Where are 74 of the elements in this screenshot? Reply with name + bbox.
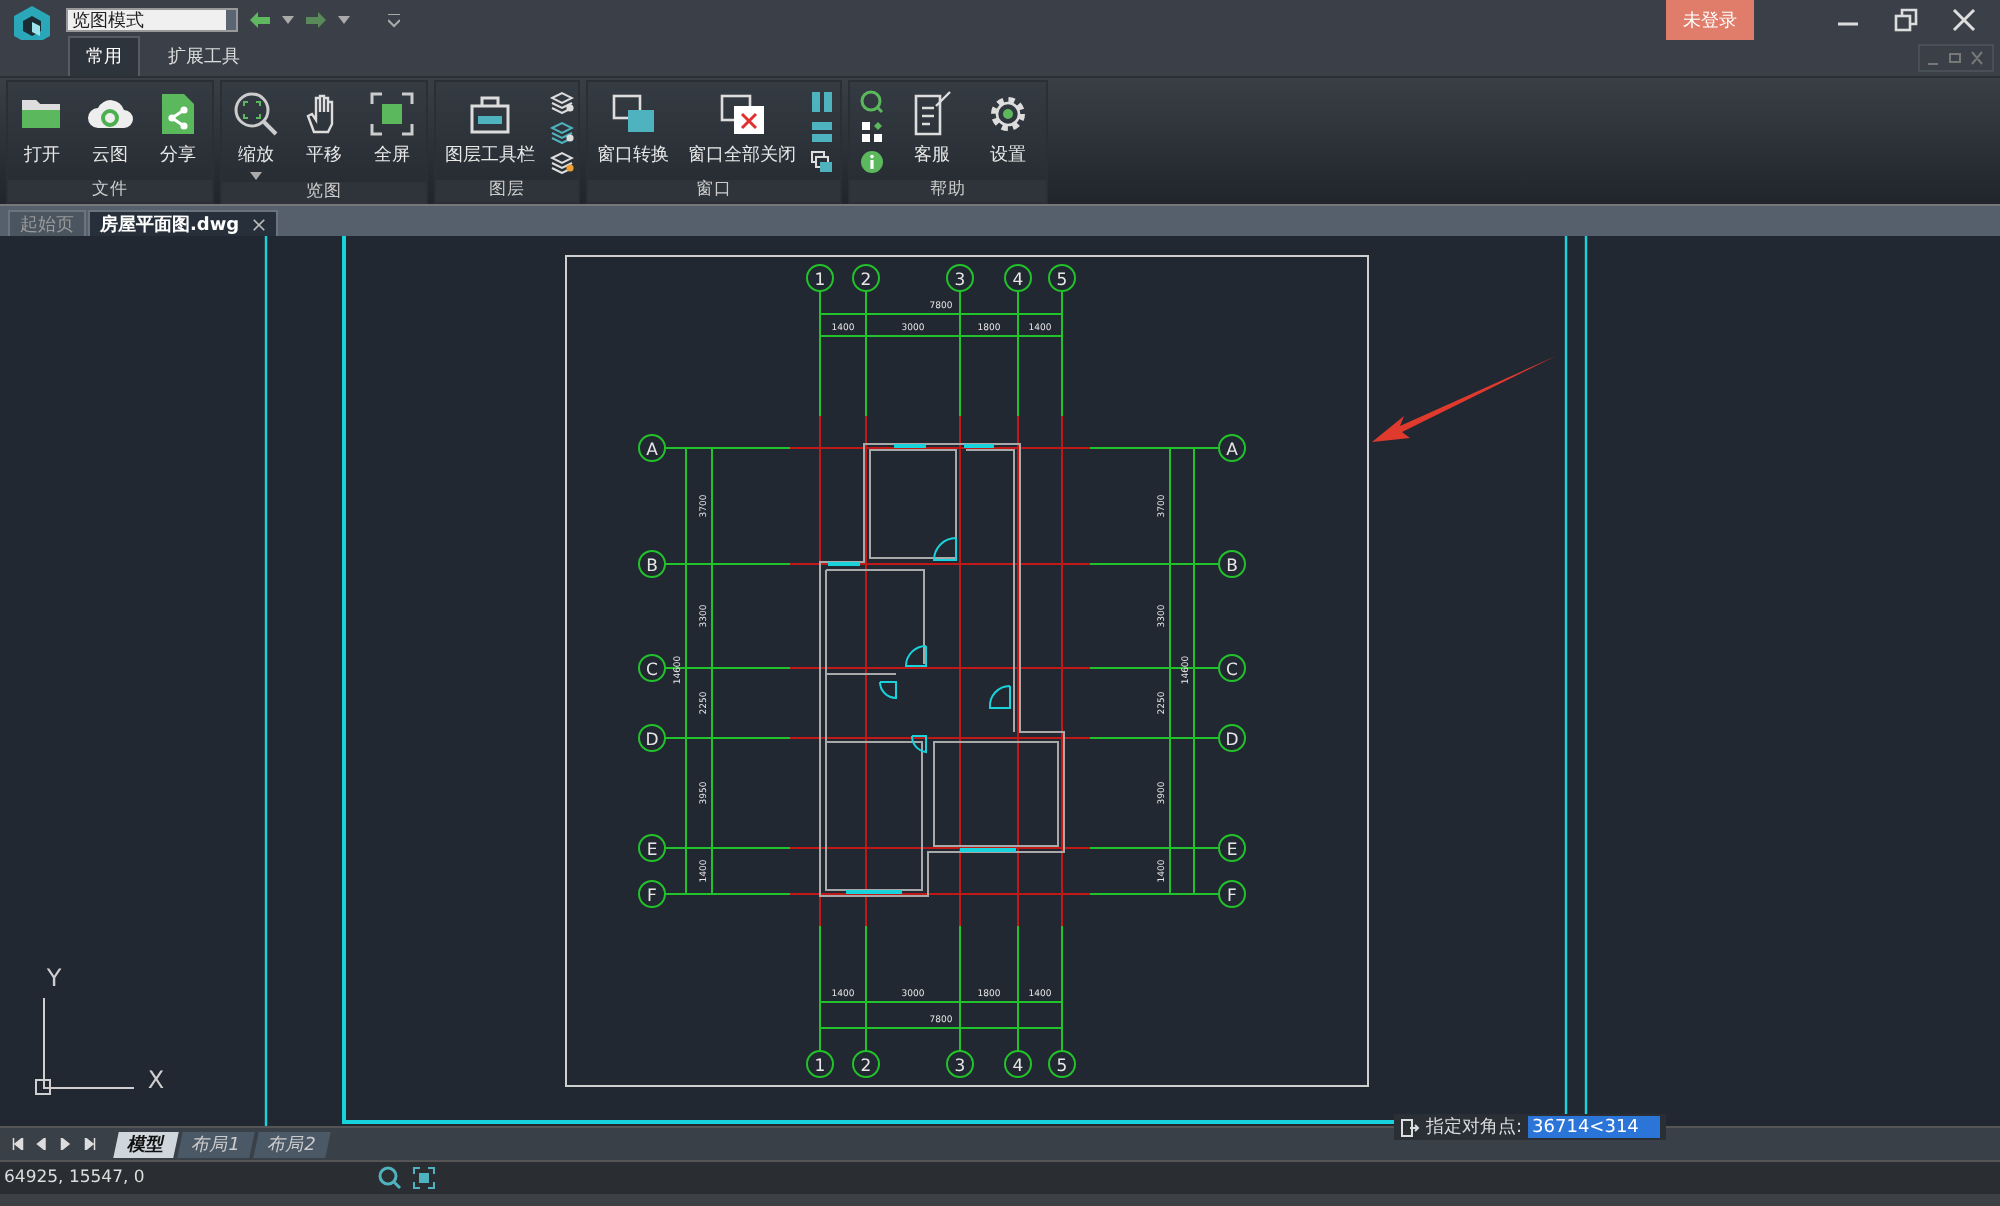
ribbon-button[interactable]: 客服 (904, 88, 960, 170)
ribbon-button[interactable]: 缩放 (228, 88, 284, 182)
axis-bubble: F (1218, 880, 1246, 908)
axis-bubble: D (638, 724, 666, 752)
group-label: 览图 (222, 182, 426, 204)
ribbon-button[interactable]: 打开 (14, 88, 70, 170)
plugins-icon[interactable] (860, 120, 884, 144)
ucs-x-label: X (147, 1066, 165, 1094)
magnifier-icon (232, 90, 280, 138)
layout-tab[interactable]: 模型 (113, 1131, 179, 1157)
ribbon-button[interactable]: 图层工具栏 (441, 88, 539, 170)
axis-bubble: A (1218, 434, 1246, 462)
cascade-icon[interactable] (810, 150, 835, 174)
axis-bubble: D (1218, 724, 1246, 752)
axis-bubble: 2 (852, 264, 880, 292)
axis-bubble: 5 (1048, 264, 1076, 292)
navigation-arrow-icon[interactable] (12, 1138, 24, 1150)
axis-bubble: 2 (852, 1050, 880, 1078)
ribbon-button[interactable]: 设置 (980, 88, 1036, 170)
axis-bubble: F (638, 880, 666, 908)
update-icon[interactable] (860, 90, 884, 114)
document-tab[interactable]: 房屋平面图.dwg (88, 210, 278, 236)
close-icon[interactable] (1952, 8, 1976, 32)
cursor-coordinates: 64925, 15547, 0 (2, 1168, 147, 1188)
layout-tab[interactable]: 布局1 (177, 1131, 255, 1157)
axis-bubble: A (638, 434, 666, 462)
ribbon-button[interactable]: 窗口转换 (593, 88, 674, 170)
window-close-icon (717, 90, 766, 138)
group-label: 文件 (8, 180, 212, 202)
fullscreen-icon[interactable] (412, 1166, 436, 1190)
ribbon-button[interactable]: 全屏 (364, 88, 420, 170)
caret-icon[interactable] (282, 16, 294, 24)
axis-bubble: 3 (946, 1050, 974, 1078)
window-switch-icon (609, 90, 658, 138)
customize-icon[interactable] (388, 13, 400, 27)
ribbon-tab[interactable]: 扩展工具 (152, 38, 256, 76)
axis-bubble: 4 (1004, 264, 1032, 292)
close-icon[interactable] (251, 217, 266, 231)
navigation-arrow-icon[interactable] (84, 1138, 96, 1150)
axis-bubble: 1 (806, 264, 834, 292)
ribbon-button[interactable]: 窗口全部关闭 (683, 88, 800, 170)
group-label: 帮助 (850, 180, 1046, 202)
mode-select[interactable]: 览图模式 (66, 8, 238, 32)
undo-icon[interactable] (248, 10, 272, 30)
group-label: 图层 (436, 180, 578, 202)
axis-bubble: C (1218, 654, 1246, 682)
ribbon-button[interactable]: 云图 (82, 88, 138, 170)
ribbon-button[interactable]: 平移 (296, 88, 352, 170)
axis-bubble: B (1218, 550, 1246, 578)
command-icon (1400, 1117, 1420, 1137)
tile-horizontal-icon[interactable] (810, 120, 835, 144)
caret-icon[interactable] (338, 16, 350, 24)
ribbon-tab[interactable]: 常用 (68, 36, 140, 76)
axis-bubble: E (638, 834, 666, 862)
axis-bubble: C (638, 654, 666, 682)
axis-bubble: 4 (1004, 1050, 1032, 1078)
axis-bubble: 1 (806, 1050, 834, 1078)
layout-tab[interactable]: 布局2 (252, 1131, 330, 1157)
redo-icon[interactable] (304, 10, 328, 30)
layers-icon[interactable] (549, 120, 573, 144)
axis-bubble: 5 (1048, 1050, 1076, 1078)
ucs-axes-icon (35, 997, 135, 1095)
ucs-y-label: Y (46, 964, 62, 992)
info-icon[interactable] (860, 150, 884, 174)
restore-icon[interactable] (1894, 8, 1918, 32)
group-label: 窗口 (588, 180, 840, 202)
ribbon-button[interactable]: 分享 (150, 88, 206, 170)
zoom-icon[interactable] (378, 1166, 402, 1190)
axis-bubble: B (638, 550, 666, 578)
tile-vertical-icon[interactable] (810, 90, 835, 114)
axis-bubble: 3 (946, 264, 974, 292)
coordinate-input[interactable]: 36714<314 (1528, 1116, 1661, 1138)
fullscreen-icon (368, 90, 416, 138)
axis-bubble: E (1218, 834, 1246, 862)
